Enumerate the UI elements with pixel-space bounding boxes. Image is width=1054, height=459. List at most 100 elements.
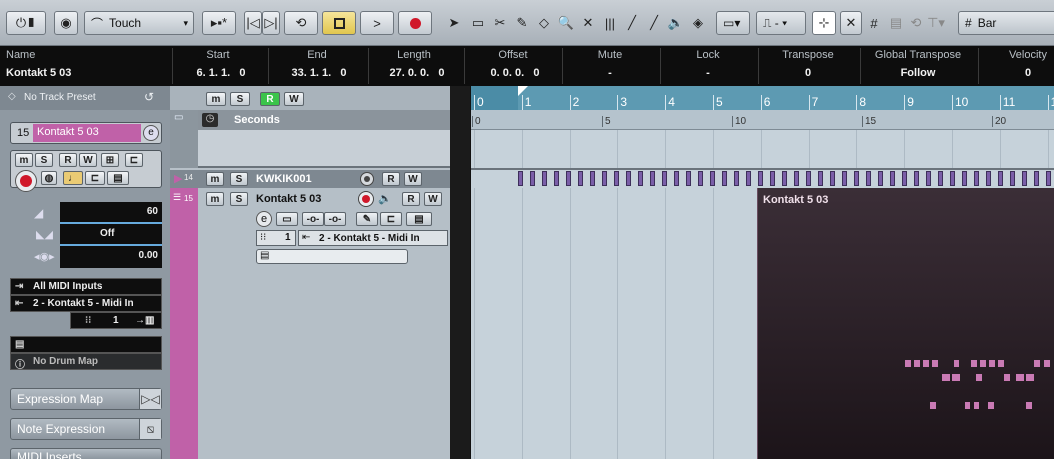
cycle-region[interactable]: [518, 86, 1054, 110]
read-button[interactable]: R: [59, 153, 77, 167]
midi-note[interactable]: [974, 402, 979, 409]
infoline-value-end[interactable]: 33. 1. 1. 0: [272, 67, 366, 79]
kick-event[interactable]: [602, 171, 607, 186]
infoline-value-start[interactable]: 6. 1. 1. 0: [176, 67, 266, 79]
midi-note[interactable]: [1004, 374, 1010, 381]
track-15-write[interactable]: W: [424, 192, 442, 206]
drum-map-toggle[interactable]: ▤: [10, 336, 162, 353]
midi-output-routing[interactable]: ⇤ 2 - Kontakt 5 - Midi In: [10, 295, 162, 312]
midi-note[interactable]: [914, 360, 920, 367]
track-15-channel-field[interactable]: ⁝⁝ 1: [256, 230, 296, 246]
midi-note[interactable]: [989, 360, 995, 367]
track-splitter[interactable]: [450, 86, 470, 459]
infoline-value-global-transpose[interactable]: Follow: [862, 67, 974, 79]
midi-note[interactable]: [1034, 360, 1040, 367]
global-read-button[interactable]: R: [260, 92, 280, 106]
infoline-value-velocity[interactable]: 0: [978, 67, 1054, 79]
snap-to-zero-button[interactable]: ✕: [840, 11, 862, 35]
midi-note[interactable]: [905, 360, 911, 367]
kick-event[interactable]: [1010, 171, 1015, 186]
midi-note[interactable]: [930, 402, 936, 409]
zoom-tool-icon[interactable]: 🔍: [556, 13, 576, 33]
midi-note[interactable]: [980, 360, 986, 367]
track-14-name[interactable]: KWKIK001: [256, 173, 312, 185]
kick-event[interactable]: [962, 171, 967, 186]
kick-event[interactable]: [686, 171, 691, 186]
cycle-button[interactable]: ⟲: [284, 11, 318, 35]
track-14-write[interactable]: W: [404, 172, 422, 186]
track-15-read[interactable]: R: [402, 192, 420, 206]
track-14-read[interactable]: R: [382, 172, 400, 186]
kick-event[interactable]: [650, 171, 655, 186]
reset-icon[interactable]: ↺: [144, 90, 154, 104]
midi-channel-field[interactable]: ⁝⁝ 1 →▥: [70, 312, 162, 329]
track-15-settings[interactable]: ▭: [276, 212, 298, 226]
lane-button[interactable]: ⊏: [85, 171, 105, 185]
project-cursor[interactable]: [470, 86, 471, 459]
infoline-value-length[interactable]: 27. 0. 0. 0: [372, 67, 462, 79]
kick-event[interactable]: [566, 171, 571, 186]
kick-event[interactable]: [902, 171, 907, 186]
midi-note[interactable]: [976, 374, 982, 381]
kick-event[interactable]: [818, 171, 823, 186]
kick-event[interactable]: [710, 171, 715, 186]
edit-instrument-icon[interactable]: e: [143, 125, 159, 141]
track-15-edit[interactable]: ▤: [406, 212, 432, 226]
kick-event[interactable]: [530, 171, 535, 186]
midi-part-kontakt[interactable]: Kontakt 5 03: [757, 188, 1054, 459]
ruler-track[interactable]: ▭ ◷ Seconds: [170, 110, 450, 168]
track-15-name[interactable]: Kontakt 5 03: [256, 193, 321, 205]
midi-note[interactable]: [1026, 374, 1034, 381]
track-15-folder[interactable]: ⊏: [380, 212, 402, 226]
midi-note[interactable]: [942, 374, 950, 381]
midi-note[interactable]: [971, 360, 977, 367]
erase-tool-icon[interactable]: ◇: [534, 13, 554, 33]
track-15-draw[interactable]: ✎: [356, 212, 378, 226]
track-preset-bar[interactable]: ◇ No Track Preset ↺: [0, 86, 170, 110]
kick-event[interactable]: [986, 171, 991, 186]
kick-event[interactable]: [974, 171, 979, 186]
time-warp-tool-icon[interactable]: ╱: [622, 13, 642, 33]
stop-button[interactable]: [322, 11, 356, 35]
midi-inserts-section[interactable]: MIDI Inserts: [10, 448, 162, 459]
range-selection-tool-icon[interactable]: ▭: [468, 13, 488, 33]
midi-input-routing[interactable]: ⇥ All MIDI Inputs: [10, 278, 162, 295]
track-14-record-enable[interactable]: [360, 172, 374, 186]
infoline-value-transpose[interactable]: 0: [758, 67, 858, 79]
kick-event[interactable]: [842, 171, 847, 186]
volume-field[interactable]: 60: [60, 202, 162, 224]
instrument-link-icon[interactable]: →▥: [135, 315, 154, 326]
midi-note[interactable]: [988, 402, 994, 409]
pan-field[interactable]: Off: [60, 224, 162, 246]
midi-note[interactable]: [965, 402, 970, 409]
line-tool-icon[interactable]: ╱: [644, 13, 664, 33]
kick-event[interactable]: [782, 171, 787, 186]
infoline-value-lock[interactable]: -: [660, 67, 756, 79]
kwkik001-lane[interactable]: [470, 170, 1054, 188]
channel-settings-button[interactable]: ⊞: [101, 153, 119, 167]
edit-instrument-icon[interactable]: e: [256, 211, 272, 227]
infoline-value-name[interactable]: Kontakt 5 03: [6, 67, 71, 79]
track-row-kwkik001[interactable]: ▶ 14 m S KWKIK001 R W: [170, 170, 450, 188]
kick-event[interactable]: [806, 171, 811, 186]
ruler-track-format[interactable]: Seconds: [234, 114, 280, 126]
infoline-value-mute[interactable]: -: [562, 67, 658, 79]
note-expression-section[interactable]: Note Expression ⧅: [10, 418, 162, 440]
kick-event[interactable]: [674, 171, 679, 186]
go-to-start-button[interactable]: |◁: [244, 11, 262, 35]
mute-button[interactable]: m: [15, 153, 33, 167]
kick-event[interactable]: [698, 171, 703, 186]
kick-event[interactable]: [1022, 171, 1027, 186]
midi-note[interactable]: [952, 374, 960, 381]
freeze-button[interactable]: ⊏: [125, 153, 143, 167]
kick-event[interactable]: [866, 171, 871, 186]
kick-event[interactable]: [518, 171, 523, 186]
kick-event[interactable]: [770, 171, 775, 186]
kick-event[interactable]: [950, 171, 955, 186]
kick-event[interactable]: [542, 171, 547, 186]
mute-tool-icon[interactable]: ✕: [578, 13, 598, 33]
speaker-tool-icon[interactable]: 🔈: [666, 13, 686, 33]
kick-event[interactable]: [1034, 171, 1039, 186]
track-15-drum-map-field[interactable]: ▤: [256, 249, 408, 264]
snap-on-off-button[interactable]: ⊹: [812, 11, 836, 35]
